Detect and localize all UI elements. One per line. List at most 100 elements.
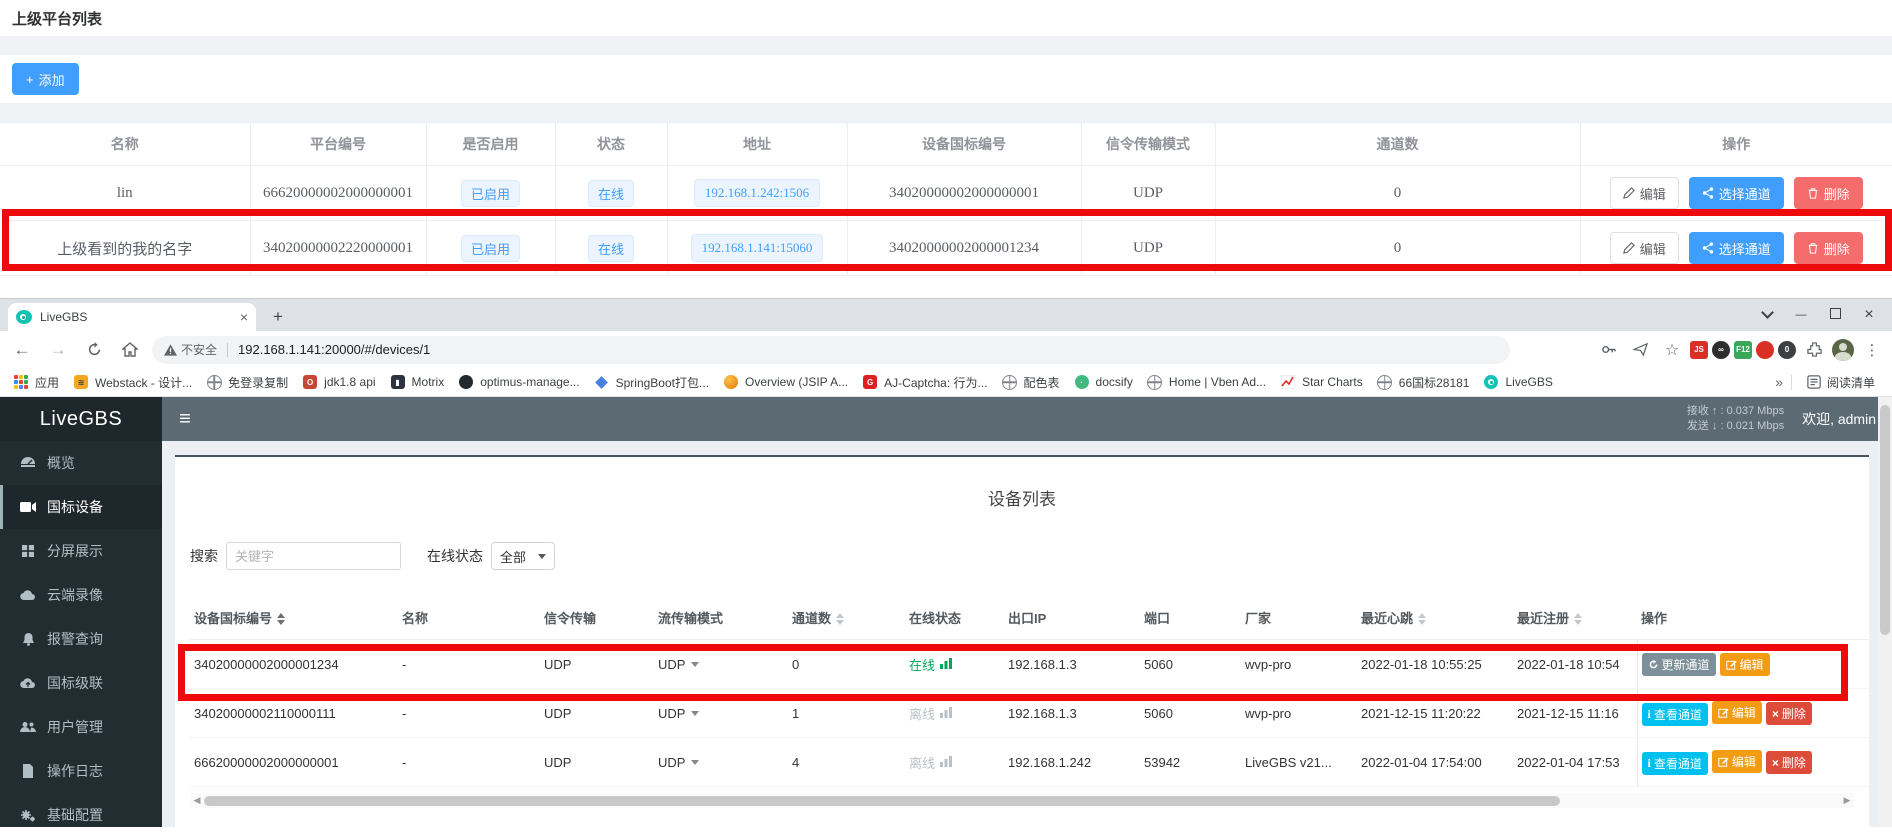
bookmark-item[interactable]: Overview (JSIP A... [723, 374, 848, 390]
column-header[interactable]: 最近注册 [1513, 595, 1637, 640]
app-logo[interactable]: LiveGBS [0, 397, 162, 441]
column-header[interactable]: 设备国标编号 [190, 595, 398, 640]
sidebar-toggle-icon[interactable]: ≡ [162, 397, 208, 441]
cloud-icon [19, 587, 37, 603]
view-button[interactable]: i查看通道 [1642, 752, 1708, 775]
bookmark-label: 配色表 [1024, 374, 1060, 391]
horizontal-scrollbar[interactable]: ◀ ▶ [190, 793, 1854, 808]
tab-livegbs[interactable]: LiveGBS × [8, 303, 256, 331]
online-status-online[interactable]: 在线 [909, 655, 952, 674]
delete-button[interactable]: ×删除 [1766, 702, 1812, 725]
bookmark-item[interactable]: LiveGBS [1483, 374, 1552, 390]
send-icon[interactable] [1626, 336, 1654, 364]
minimize-button[interactable]: — [1784, 309, 1818, 321]
profile-avatar[interactable] [1832, 339, 1854, 361]
sort-icon[interactable] [836, 613, 844, 625]
reading-list-button[interactable]: 阅读清单 [1807, 374, 1875, 391]
online-status-select[interactable]: 全部 [491, 542, 555, 570]
maximize-button[interactable] [1818, 308, 1852, 322]
sidebar-item-op-logs[interactable]: 操作日志 [0, 749, 162, 793]
menu-kebab-icon[interactable]: ⋮ [1858, 336, 1886, 364]
bookmark-item[interactable]: 配色表 [1002, 374, 1060, 391]
tab-search-icon[interactable] [1750, 308, 1784, 323]
delete-button[interactable]: 删除 [1794, 232, 1863, 264]
scroll-left-arrow[interactable]: ◀ [190, 795, 204, 806]
new-tab-button[interactable]: + [266, 305, 290, 329]
address-bar[interactable]: 不安全 192.168.1.141:20000/#/devices/1 [152, 336, 1510, 364]
edit-button[interactable]: 编辑 [1720, 653, 1770, 676]
extension-green-icon[interactable]: F12 [1734, 341, 1752, 359]
sidebar-item-cloud-record[interactable]: 云端录像 [0, 573, 162, 617]
down-arrow-icon: ↓ [1712, 420, 1718, 432]
stream-mode-dropdown[interactable]: UDP [658, 755, 699, 770]
tab-close-icon[interactable]: × [240, 309, 248, 325]
sidebar-item-alarm-query[interactable]: 报警查询 [0, 617, 162, 661]
cell-channels: 0 [1215, 166, 1580, 221]
extension-red-ball-icon[interactable] [1756, 341, 1774, 359]
bookmark-item[interactable]: Star Charts [1280, 374, 1363, 390]
bookmark-star-icon[interactable]: ☆ [1658, 336, 1686, 364]
cell-platform-id: 66620000002000000001 [250, 166, 426, 221]
view-button[interactable]: i查看通道 [1642, 703, 1708, 726]
extensions-puzzle-icon[interactable] [1800, 336, 1828, 364]
bookmark-item[interactable]: 免登录复制 [206, 374, 288, 391]
update-button[interactable]: 更新通道 [1642, 653, 1716, 676]
forward-icon[interactable]: → [44, 336, 72, 364]
sort-icon[interactable] [1418, 613, 1426, 625]
sidebar-item-label: 国标级联 [47, 673, 103, 693]
vertical-scrollbar-thumb[interactable] [1880, 405, 1890, 635]
bookmark-item[interactable]: optimus-manage... [458, 374, 579, 390]
edit-button[interactable]: 编辑 [1712, 750, 1762, 773]
extension-js-icon[interactable]: JS [1690, 341, 1708, 359]
bookmark-item[interactable]: ▮Motrix [390, 374, 445, 390]
column-header[interactable]: 最近心跳 [1357, 595, 1513, 640]
extension-blocker-icon[interactable]: 0 [1778, 341, 1796, 359]
reload-icon[interactable] [80, 336, 108, 364]
select-channel-button[interactable]: 选择通道 [1689, 177, 1784, 209]
sidebar-item-basic-config[interactable]: 基础配置 [0, 793, 162, 837]
sidebar-item-label: 报警查询 [47, 629, 103, 649]
edit-button[interactable]: 编辑 [1712, 701, 1762, 724]
key-icon[interactable] [1594, 336, 1622, 364]
cell-channels: 0 [1215, 221, 1580, 276]
scroll-right-arrow[interactable]: ▶ [1840, 795, 1854, 806]
cell-name: - [398, 738, 540, 787]
window-close-button[interactable]: × [1852, 306, 1886, 324]
sort-icon[interactable] [277, 613, 285, 625]
bookmark-item[interactable]: ≋Webstack - 设计... [73, 374, 192, 391]
add-button[interactable]: + 添加 [12, 63, 79, 95]
sidebar-item-gb-devices[interactable]: 国标设备 [0, 485, 162, 529]
column-header[interactable]: 通道数 [788, 595, 905, 640]
stream-mode-dropdown[interactable]: UDP [658, 706, 699, 721]
sidebar-item-overview[interactable]: 概览 [0, 441, 162, 485]
edit-button[interactable]: 编辑 [1610, 177, 1679, 209]
bookmark-item[interactable]: Home | Vben Ad... [1147, 374, 1266, 390]
welcome-user[interactable]: 欢迎, admin [1802, 409, 1876, 429]
back-icon[interactable]: ← [8, 336, 36, 364]
edit-button[interactable]: 编辑 [1610, 232, 1679, 264]
vertical-scrollbar[interactable] [1878, 397, 1892, 827]
sidebar-item-split-screen[interactable]: 分屏展示 [0, 529, 162, 573]
security-warning[interactable]: 不安全 [164, 341, 217, 358]
bookmark-item[interactable]: GAJ-Captcha: 行为... [862, 374, 987, 391]
bookmark-item[interactable]: 应用 [13, 374, 59, 391]
delete-button[interactable]: ×删除 [1766, 751, 1812, 774]
sidebar-item-label: 操作日志 [47, 761, 103, 781]
search-input[interactable] [226, 542, 401, 570]
bookmark-item[interactable]: SpringBoot打包... [594, 374, 709, 391]
bookmarks-overflow-icon[interactable]: » [1775, 374, 1783, 390]
extension-dark-icon[interactable]: ∞ [1712, 341, 1730, 359]
select-channel-button[interactable]: 选择通道 [1689, 232, 1784, 264]
scrollbar-thumb[interactable] [204, 796, 1560, 806]
sidebar-item-user-mgmt[interactable]: 用户管理 [0, 705, 162, 749]
sidebar-item-gb-cascade[interactable]: 国标级联 [0, 661, 162, 705]
stream-mode-dropdown[interactable]: UDP [658, 657, 699, 672]
sort-icon[interactable] [1574, 613, 1582, 625]
cell-actions: 编辑选择通道删除 [1580, 221, 1892, 276]
home-icon[interactable] [116, 336, 144, 364]
bookmark-item[interactable]: ·docsify [1074, 374, 1133, 390]
bookmark-item[interactable]: Ojdk1.8 api [302, 374, 375, 390]
sidebar-item-label: 国标设备 [47, 497, 103, 517]
bookmark-item[interactable]: 66国标28181 [1377, 374, 1470, 391]
delete-button[interactable]: 删除 [1794, 177, 1863, 209]
